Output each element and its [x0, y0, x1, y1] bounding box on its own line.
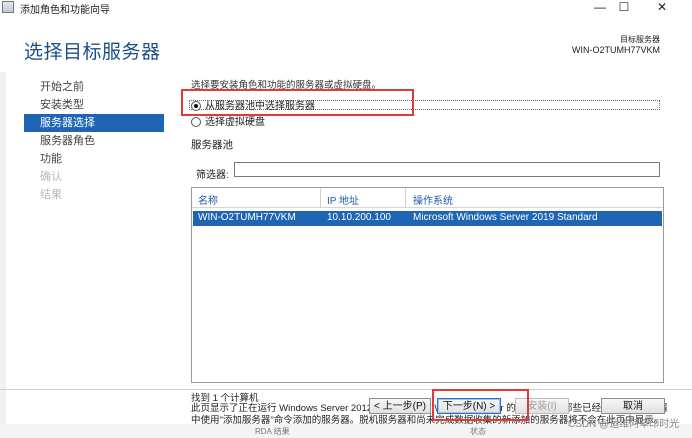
found-count: 找到 1 个计算机	[191, 393, 259, 404]
destination-server-name: WIN-O2TUMH77VKM	[571, 45, 660, 55]
column-header-ip[interactable]: IP 地址	[327, 192, 359, 207]
page-title: 选择目标服务器	[24, 42, 161, 63]
title-bar: 添加角色和功能向导 — ☐ ✕	[0, 0, 692, 16]
table-row[interactable]: WIN-O2TUMH77VKM 10.10.200.100 Microsoft …	[193, 211, 662, 226]
background-text-right: 状态	[470, 427, 486, 436]
radio-virtual-disk-label: 选择虚拟硬盘	[205, 117, 265, 128]
radio-unchecked-icon[interactable]	[191, 117, 201, 128]
intro-text: 选择要安装角色和功能的服务器或虚拟硬盘。	[191, 80, 382, 91]
minimize-button[interactable]: —	[588, 0, 612, 16]
wizard-header: 选择目标服务器 目标服务器 WIN-O2TUMH77VKM	[0, 16, 692, 72]
sidebar-item-installation-type[interactable]: 安装类型	[24, 96, 164, 114]
cancel-button[interactable]: 取消	[601, 398, 665, 414]
radio-checked-icon[interactable]	[191, 101, 201, 112]
server-pool-title: 服务器池	[191, 139, 233, 151]
sidebar-item-features[interactable]: 功能	[24, 150, 164, 168]
filter-input[interactable]	[234, 162, 660, 177]
radio-server-pool-label: 从服务器池中选择服务器	[205, 101, 315, 112]
window-left-edge	[0, 16, 6, 438]
wizard-steps-sidebar: 开始之前 安装类型 服务器选择 服务器角色 功能 确认 结果	[24, 78, 164, 204]
maximize-button[interactable]: ☐	[612, 0, 636, 16]
column-divider[interactable]	[405, 188, 406, 207]
sidebar-item-results: 结果	[40, 189, 62, 201]
cell-operating-system: Microsoft Windows Server 2019 Standard	[413, 212, 598, 223]
footer-divider	[0, 389, 692, 390]
radio-server-pool[interactable]: 从服务器池中选择服务器	[191, 97, 315, 112]
column-header-os[interactable]: 操作系统	[413, 192, 453, 207]
background-text-left: RDA 结果	[255, 427, 290, 436]
radio-virtual-disk[interactable]: 选择虚拟硬盘	[191, 113, 265, 128]
app-icon	[2, 1, 14, 13]
cell-server-name: WIN-O2TUMH77VKM	[198, 212, 296, 223]
close-button[interactable]: ✕	[650, 0, 674, 16]
grid-header: 名称 IP 地址 操作系统	[192, 188, 663, 208]
column-divider[interactable]	[320, 188, 321, 207]
sidebar-item-before-you-begin[interactable]: 开始之前	[24, 78, 164, 96]
server-pool-grid: 名称 IP 地址 操作系统 WIN-O2TUMH77VKM 10.10.200.…	[191, 187, 664, 383]
install-button: 安装(I)	[515, 398, 569, 414]
watermark: CSDN @运维阿草印时光	[568, 419, 680, 430]
cell-ip-address: 10.10.200.100	[327, 212, 391, 223]
filter-label: 筛选器:	[196, 170, 229, 181]
sidebar-item-confirmation: 确认	[40, 171, 62, 183]
destination-server-label: 目标服务器	[620, 35, 660, 44]
next-button[interactable]: 下一步(N) >	[437, 398, 501, 414]
column-header-name[interactable]: 名称	[198, 192, 218, 207]
window-title: 添加角色和功能向导	[20, 5, 110, 16]
sidebar-item-server-roles[interactable]: 服务器角色	[24, 132, 164, 150]
sidebar-item-server-selection[interactable]: 服务器选择	[24, 114, 164, 132]
previous-button[interactable]: < 上一步(P)	[369, 398, 431, 414]
